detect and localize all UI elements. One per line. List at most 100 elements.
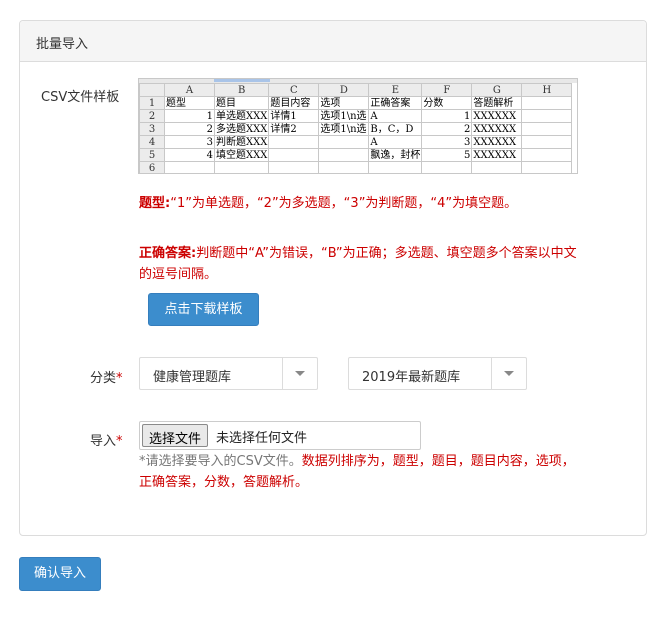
sheet-cell: 题型	[164, 96, 215, 110]
sheet-cell: 3	[164, 135, 215, 149]
sheet-row-number: 1	[139, 96, 165, 110]
sheet-cell: XXXXXX	[471, 122, 523, 136]
sheet-cell	[521, 161, 573, 173]
sheet-cell: 题目	[213, 96, 270, 110]
download-template-button[interactable]: 点击下载样板	[148, 293, 259, 326]
sheet-col-header: A	[164, 83, 215, 97]
sheet-row-number: 4	[139, 135, 165, 149]
sheet-cell: 判断题XXX	[213, 135, 270, 149]
sheet-cell: 3	[421, 135, 473, 149]
required-mark: *	[116, 434, 123, 449]
sheet-col-header: D	[318, 83, 370, 97]
import-label-text: 导入	[90, 434, 117, 449]
question-bank-select[interactable]: 健康管理题库	[139, 357, 318, 390]
question-type-note-label: 题型:	[139, 196, 171, 211]
choose-file-button[interactable]: 选择文件	[142, 424, 209, 447]
sheet-cell	[268, 148, 320, 162]
sheet-selection-indicator	[214, 79, 270, 82]
import-hint: *请选择要导入的CSV文件。数据列排序为，题型，题目，题目内容，选项，正确答案，…	[139, 451, 584, 493]
sheet-cell	[521, 109, 573, 123]
sheet-cell	[521, 148, 573, 162]
question-type-note: 题型:“1”为单选题，“2”为多选题，“3”为判断题，“4”为填空题。	[139, 193, 584, 214]
sheet-cell: 详情2	[268, 122, 320, 136]
sheet-cell	[318, 135, 370, 149]
sheet-cell	[521, 135, 573, 149]
confirm-import-button[interactable]: 确认导入	[19, 557, 101, 591]
question-type-note-text: “1”为单选题，“2”为多选题，“3”为判断题，“4”为填空题。	[170, 196, 518, 211]
chevron-down-icon	[295, 371, 305, 376]
sheet-cell: 单选题XXX	[213, 109, 270, 123]
sheet-cell: 1	[164, 109, 215, 123]
sheet-cell	[318, 161, 370, 173]
dropdown-arrow[interactable]	[282, 358, 317, 389]
sheet-row: 5 4 填空题XXX 飘逸，封杯 5 XXXXXX	[139, 148, 573, 162]
sheet-cell: 飘逸，封杯	[368, 148, 423, 162]
category-label: 分类*	[90, 367, 123, 386]
sheet-cell: 详情1	[268, 109, 320, 123]
csv-sample-label: CSV文件样板	[41, 90, 120, 105]
correct-answer-note-label: 正确答案:	[139, 246, 197, 261]
sheet-cell	[421, 161, 473, 173]
sheet-cell	[268, 135, 320, 149]
sheet-cell	[268, 161, 320, 173]
sheet-cell: 5	[421, 148, 473, 162]
sheet-row: 2 1 单选题XXX 详情1 选项1\n选 A 1 XXXXXX	[139, 109, 573, 123]
sheet-cell: 2	[421, 122, 473, 136]
correct-answer-note-text: 判断题中“A”为错误，“B”为正确；多选题、填空题多个答案以中文的逗号间隔。	[139, 246, 577, 282]
sheet-row: 4 3 判断题XXX A 3 XXXXXX	[139, 135, 573, 149]
panel-title: 批量导入	[20, 21, 646, 62]
sheet-col-header: F	[421, 83, 473, 97]
sheet-cell: 选项1\n选	[318, 109, 370, 123]
category-label-text: 分类	[90, 371, 117, 386]
sheet-row-number: 3	[139, 122, 165, 136]
question-bank-select-value: 健康管理题库	[153, 370, 232, 385]
sheet-col-header: C	[268, 83, 320, 97]
sheet-cell	[213, 161, 270, 173]
sheet-col-header: B	[213, 83, 270, 97]
sheet-corner	[139, 83, 165, 97]
sheet-cell: B，C，D	[368, 122, 423, 136]
sheet-cell	[521, 96, 573, 110]
sheet-cell: 4	[164, 148, 215, 162]
dropdown-arrow[interactable]	[491, 358, 526, 389]
sub-bank-select[interactable]: 2019年最新题库	[348, 357, 527, 390]
sheet-cell: A	[368, 135, 423, 149]
sheet-col-header: G	[471, 83, 523, 97]
sheet-cell: 答题解析	[471, 96, 523, 110]
sheet-row: 6	[139, 161, 573, 173]
csv-sample-image: A B C D E F G H 1 题型 题目 题目内容 选项 正确答案 分数 …	[138, 78, 578, 174]
import-hint-grey: *请选择要导入的CSV文件。	[139, 454, 302, 469]
required-mark: *	[116, 371, 123, 386]
sheet-cell: A	[368, 109, 423, 123]
sheet-cell: XXXXXX	[471, 135, 523, 149]
sheet-row-number: 5	[139, 148, 165, 162]
file-input[interactable]: 选择文件 未选择任何文件	[139, 421, 421, 450]
sheet-row-number: 6	[139, 161, 165, 173]
sheet-col-header: H	[521, 83, 573, 97]
chevron-down-icon	[504, 371, 514, 376]
sheet-row: 1 题型 题目 题目内容 选项 正确答案 分数 答题解析	[139, 96, 573, 110]
sheet-cell	[521, 122, 573, 136]
sub-bank-select-value: 2019年最新题库	[362, 370, 461, 385]
sheet-cell: XXXXXX	[471, 148, 523, 162]
sheet-row-number: 2	[139, 109, 165, 123]
sheet-row: 3 2 多选题XXX 详情2 选项1\n选 B，C，D 2 XXXXXX	[139, 122, 573, 136]
csv-sample-table: A B C D E F G H 1 题型 题目 题目内容 选项 正确答案 分数 …	[139, 83, 573, 173]
sheet-cell	[318, 148, 370, 162]
sheet-cell: 填空题XXX	[213, 148, 270, 162]
sheet-header-row: A B C D E F G H	[139, 83, 573, 97]
sheet-cell: 2	[164, 122, 215, 136]
sheet-cell: 题目内容	[268, 96, 320, 110]
sheet-cell: 选项	[318, 96, 370, 110]
file-status-text: 未选择任何文件	[216, 431, 308, 446]
sheet-cell	[471, 161, 523, 173]
sheet-cell: 1	[421, 109, 473, 123]
sheet-cell: XXXXXX	[471, 109, 523, 123]
import-label: 导入*	[90, 430, 123, 449]
sheet-cell	[368, 161, 423, 173]
sheet-cell: 多选题XXX	[213, 122, 270, 136]
correct-answer-note: 正确答案:判断题中“A”为错误，“B”为正确；多选题、填空题多个答案以中文的逗号…	[139, 243, 584, 285]
sheet-cell: 选项1\n选	[318, 122, 370, 136]
sheet-col-header: E	[368, 83, 423, 97]
sheet-cell: 分数	[421, 96, 473, 110]
